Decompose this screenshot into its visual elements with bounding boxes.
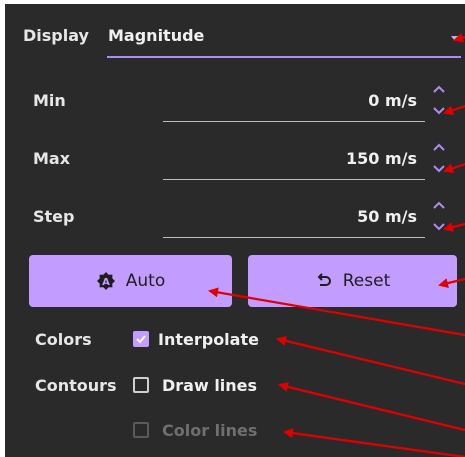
display-settings-panel: Display Magnitude Min 0 m/s Max 150 m/s … bbox=[5, 4, 465, 457]
auto-icon: A bbox=[96, 272, 115, 290]
chevron-down-icon[interactable] bbox=[430, 104, 448, 118]
auto-button[interactable]: A Auto bbox=[29, 255, 232, 307]
display-label: Display bbox=[23, 26, 89, 45]
max-input-underline bbox=[163, 179, 425, 180]
chevron-up-icon[interactable] bbox=[430, 82, 448, 96]
min-input-underline bbox=[163, 121, 425, 122]
colors-label: Colors bbox=[35, 330, 92, 349]
max-input[interactable]: 150 m/s bbox=[346, 149, 417, 168]
display-select[interactable]: Magnitude bbox=[108, 26, 204, 45]
min-stepper[interactable] bbox=[430, 82, 448, 122]
check-icon bbox=[136, 335, 146, 344]
draw-lines-checkbox[interactable] bbox=[133, 377, 149, 393]
dropdown-arrow-icon[interactable] bbox=[451, 36, 459, 41]
color-lines-checkbox[interactable] bbox=[133, 422, 149, 438]
draw-lines-label[interactable]: Draw lines bbox=[162, 376, 257, 395]
reset-button[interactable]: Reset bbox=[248, 255, 457, 307]
step-input[interactable]: 50 m/s bbox=[357, 207, 417, 226]
contours-label: Contours bbox=[35, 376, 117, 395]
interpolate-checkbox[interactable] bbox=[133, 331, 149, 347]
min-label: Min bbox=[33, 91, 66, 110]
chevron-up-icon[interactable] bbox=[430, 140, 448, 154]
chevron-down-icon[interactable] bbox=[430, 162, 448, 176]
interpolate-label[interactable]: Interpolate bbox=[158, 330, 259, 349]
color-lines-label: Color lines bbox=[162, 421, 258, 440]
reset-button-label: Reset bbox=[342, 271, 391, 291]
auto-button-label: Auto bbox=[125, 271, 166, 291]
undo-icon bbox=[317, 273, 331, 286]
step-input-underline bbox=[163, 237, 425, 238]
chevron-down-icon[interactable] bbox=[430, 220, 448, 234]
step-stepper[interactable] bbox=[430, 198, 448, 238]
display-select-underline bbox=[107, 56, 461, 58]
min-input[interactable]: 0 m/s bbox=[368, 91, 417, 110]
svg-text:A: A bbox=[102, 277, 110, 288]
max-stepper[interactable] bbox=[430, 140, 448, 180]
chevron-up-icon[interactable] bbox=[430, 198, 448, 212]
max-label: Max bbox=[33, 149, 71, 168]
step-label: Step bbox=[33, 207, 75, 226]
